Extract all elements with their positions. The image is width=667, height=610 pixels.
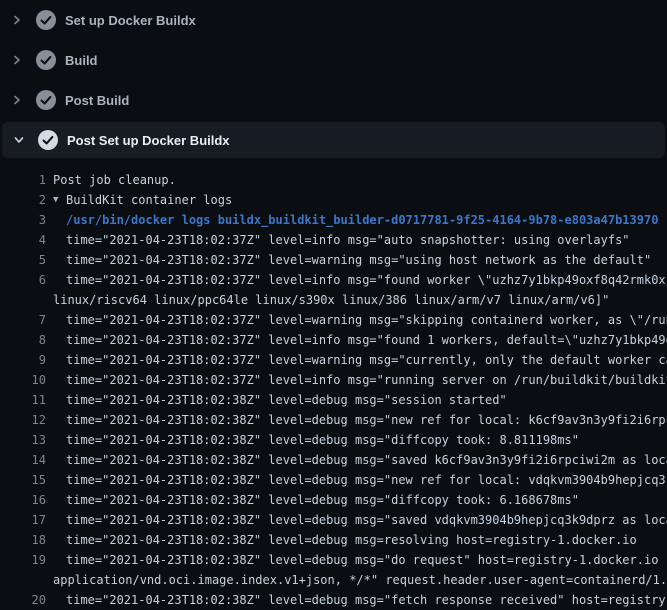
log-text: Post job cleanup.: [46, 170, 176, 190]
log-row: 5 time="2021-04-23T18:02:37Z" level=warn…: [0, 250, 667, 270]
log-text: time="2021-04-23T18:02:38Z" level=debug …: [46, 390, 507, 410]
log-text: time="2021-04-23T18:02:38Z" level=debug …: [46, 490, 579, 510]
log-text: application/vnd.oci.image.index.v1+json,…: [46, 570, 667, 590]
log-row: 7 time="2021-04-23T18:02:37Z" level=warn…: [0, 310, 667, 330]
log-text: time="2021-04-23T18:02:38Z" level=debug …: [46, 450, 667, 470]
chevron-right-icon: [12, 55, 22, 65]
line-number[interactable]: 5: [0, 250, 46, 270]
step-label: Post Build: [65, 93, 129, 108]
log-row: 16 time="2021-04-23T18:02:38Z" level=deb…: [0, 490, 667, 510]
log-text: time="2021-04-23T18:02:38Z" level=debug …: [46, 550, 667, 570]
log-text: time="2021-04-23T18:02:37Z" level=info m…: [46, 370, 667, 390]
line-number[interactable]: [0, 290, 46, 310]
log-row: 8 time="2021-04-23T18:02:37Z" level=info…: [0, 330, 667, 350]
line-number[interactable]: 2: [0, 190, 46, 210]
log-row: 9 time="2021-04-23T18:02:37Z" level=warn…: [0, 350, 667, 370]
line-number[interactable]: 8: [0, 330, 46, 350]
log-text: linux/riscv64 linux/ppc64le linux/s390x …: [46, 290, 609, 310]
line-number[interactable]: 9: [0, 350, 46, 370]
log-text: time="2021-04-23T18:02:38Z" level=debug …: [46, 470, 667, 490]
step-list: Set up Docker Buildx Build Post Build Po…: [0, 0, 667, 158]
log-row: application/vnd.oci.image.index.v1+json,…: [0, 570, 667, 590]
check-circle-icon: [36, 50, 56, 70]
line-number[interactable]: 10: [0, 370, 46, 390]
log-row: 1 Post job cleanup.: [0, 170, 667, 190]
log-row: 15 time="2021-04-23T18:02:38Z" level=deb…: [0, 470, 667, 490]
log-text: time="2021-04-23T18:02:38Z" level=debug …: [46, 430, 579, 450]
line-number[interactable]: 1: [0, 170, 46, 190]
group-expander-icon[interactable]: ▼: [46, 190, 62, 210]
log-lines: 1 Post job cleanup. 2 ▼BuildKit containe…: [0, 160, 667, 610]
log-text: time="2021-04-23T18:02:37Z" level=info m…: [46, 230, 630, 250]
log-text: time="2021-04-23T18:02:37Z" level=info m…: [46, 330, 667, 350]
log-text: time="2021-04-23T18:02:37Z" level=warnin…: [46, 250, 651, 270]
log-row: 10 time="2021-04-23T18:02:37Z" level=inf…: [0, 370, 667, 390]
check-circle-icon: [38, 130, 58, 150]
line-number[interactable]: 12: [0, 410, 46, 430]
chevron-right-icon: [12, 95, 22, 105]
log-row: 6 time="2021-04-23T18:02:37Z" level=info…: [0, 270, 667, 290]
log-text: time="2021-04-23T18:02:37Z" level=warnin…: [46, 350, 667, 370]
log-row: 17 time="2021-04-23T18:02:38Z" level=deb…: [0, 510, 667, 530]
line-number[interactable]: 7: [0, 310, 46, 330]
line-number[interactable]: 4: [0, 230, 46, 250]
log-text: /usr/bin/docker logs buildx_buildkit_bui…: [46, 210, 658, 230]
line-number[interactable]: 19: [0, 550, 46, 570]
log-row: 14 time="2021-04-23T18:02:38Z" level=deb…: [0, 450, 667, 470]
log-row: 18 time="2021-04-23T18:02:38Z" level=deb…: [0, 530, 667, 550]
log-row: 2 ▼BuildKit container logs: [0, 190, 667, 210]
log-text: time="2021-04-23T18:02:38Z" level=debug …: [46, 510, 667, 530]
check-circle-icon: [36, 10, 56, 30]
line-number[interactable]: 15: [0, 470, 46, 490]
log-text: BuildKit container logs: [62, 190, 232, 210]
step-label: Build: [65, 53, 98, 68]
line-number[interactable]: 14: [0, 450, 46, 470]
line-number[interactable]: 3: [0, 210, 46, 230]
log-row: 11 time="2021-04-23T18:02:38Z" level=deb…: [0, 390, 667, 410]
check-circle-icon: [36, 90, 56, 110]
log-row: 12 time="2021-04-23T18:02:38Z" level=deb…: [0, 410, 667, 430]
chevron-right-icon: [12, 15, 22, 25]
log-text: time="2021-04-23T18:02:37Z" level=warnin…: [46, 310, 667, 330]
step-label: Post Set up Docker Buildx: [67, 133, 230, 148]
actions-log-viewer: Set up Docker Buildx Build Post Build Po…: [0, 0, 667, 610]
log-text: time="2021-04-23T18:02:38Z" level=debug …: [46, 530, 637, 550]
line-number[interactable]: 6: [0, 270, 46, 290]
log-row: 4 time="2021-04-23T18:02:37Z" level=info…: [0, 230, 667, 250]
log-row: 20 time="2021-04-23T18:02:38Z" level=deb…: [0, 590, 667, 610]
log-row: 3 /usr/bin/docker logs buildx_buildkit_b…: [0, 210, 667, 230]
log-row: linux/riscv64 linux/ppc64le linux/s390x …: [0, 290, 667, 310]
step-row-1[interactable]: Build: [0, 40, 667, 80]
log-row: 13 time="2021-04-23T18:02:38Z" level=deb…: [0, 430, 667, 450]
step-row-0[interactable]: Set up Docker Buildx: [0, 0, 667, 40]
step-label: Set up Docker Buildx: [65, 13, 196, 28]
step-row-2[interactable]: Post Build: [0, 80, 667, 120]
log-text: time="2021-04-23T18:02:38Z" level=debug …: [46, 590, 667, 610]
line-number[interactable]: 11: [0, 390, 46, 410]
line-number[interactable]: 17: [0, 510, 46, 530]
chevron-down-icon: [14, 135, 24, 145]
log-text: time="2021-04-23T18:02:38Z" level=debug …: [46, 410, 667, 430]
line-number[interactable]: 18: [0, 530, 46, 550]
log-text: time="2021-04-23T18:02:37Z" level=info m…: [46, 270, 667, 290]
step-row-3[interactable]: Post Set up Docker Buildx: [2, 122, 665, 158]
line-number[interactable]: 13: [0, 430, 46, 450]
line-number[interactable]: [0, 570, 46, 590]
log-row: 19 time="2021-04-23T18:02:38Z" level=deb…: [0, 550, 667, 570]
line-number[interactable]: 20: [0, 590, 46, 610]
line-number[interactable]: 16: [0, 490, 46, 510]
